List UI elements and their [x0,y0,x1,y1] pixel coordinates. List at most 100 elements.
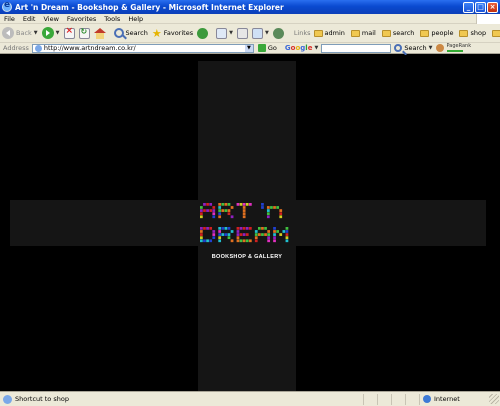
forward-dropdown-icon[interactable]: ▼ [56,30,60,36]
address-label: Address [3,44,29,52]
stop-button[interactable] [62,26,77,39]
favorites-button[interactable]: ★ Favorites [150,28,195,39]
logo-pixel [218,209,222,212]
logo-pixel [273,236,276,240]
logo-pixel [248,227,252,230]
logo-pixel [285,230,289,233]
art-n-dream-logo[interactable] [199,202,299,260]
security-zone[interactable]: Internet [419,393,489,405]
google-search-input[interactable] [321,43,392,53]
search-button[interactable]: Search [112,28,150,38]
link-label: mail [361,29,376,37]
logo-pixel [239,203,243,206]
logo-pixel [279,212,283,216]
logo-pixel [261,233,264,236]
ie-app-icon[interactable] [2,0,12,12]
messenger-button[interactable] [271,27,286,39]
google-dropdown-icon[interactable]: ▼ [314,45,318,51]
edit-button[interactable]: ▼ [250,27,271,39]
logo-pixel [227,203,231,206]
logo-pixel [227,209,231,212]
media-icon [197,27,209,39]
logo-pixel [266,215,270,219]
logo-pixel [230,239,234,243]
logo-pixel [218,227,222,230]
options-icon[interactable] [435,44,444,52]
logo-pixel [254,236,258,240]
address-input[interactable]: http://www.artndream.co.kr/ ▼ [31,43,254,53]
google-search-dropdown-icon[interactable]: ▼ [429,45,433,51]
link-label: people [431,29,454,37]
logo-pixel [266,206,270,209]
link-stress[interactable]: stress [489,29,500,37]
logo-pixel [203,239,206,243]
go-label: Go [267,44,277,52]
logo-pixel [218,215,222,219]
mail-icon [216,27,228,39]
edit-dropdown-icon[interactable]: ▼ [265,30,269,36]
window-title: Art 'n Dream - Bookshop & Gallery - Micr… [15,2,284,12]
back-label: Back [16,29,32,37]
forward-button[interactable]: ▼ [40,27,62,39]
logo-pixel [227,236,231,240]
globe-icon [423,395,431,403]
address-dropdown-icon[interactable]: ▼ [244,44,253,52]
logo-pixel [248,203,252,206]
logo-pixel [218,212,222,216]
logo-pixel [242,206,246,209]
menu-file[interactable]: File [0,15,19,23]
mail-dropdown-icon[interactable]: ▼ [229,30,233,36]
resize-grip[interactable] [489,394,499,404]
pixel-logo-graphic [200,203,289,243]
back-button[interactable]: Back ▼ [0,27,40,39]
logo-pixel [254,239,258,243]
favorites-label: Favorites [163,29,194,37]
logo-pixel [242,215,246,219]
home-button[interactable] [92,27,108,39]
media-button[interactable] [195,27,210,39]
folder-icon [492,29,500,37]
menu-tools[interactable]: Tools [100,15,124,23]
logo-pixel [212,230,216,233]
minimize-button[interactable]: _ [463,1,474,13]
go-button[interactable]: Go [254,44,281,52]
menu-view[interactable]: View [39,15,62,23]
logo-pixel [200,233,203,236]
google-search-label: Search [404,44,427,52]
close-button[interactable]: × [487,1,498,13]
logo-pixel [218,239,222,243]
link-people[interactable]: people [417,29,456,37]
google-toolbar-logo[interactable]: Google [285,44,313,52]
status-cell [363,393,377,405]
logo-pixel [212,212,216,216]
logo-pixel [257,233,261,236]
menu-edit[interactable]: Edit [19,15,40,23]
logo-pixel [200,212,203,216]
print-button[interactable] [235,27,250,39]
back-dropdown-icon[interactable]: ▼ [34,30,38,36]
link-mail[interactable]: mail [348,29,379,37]
logo-pixel [236,239,240,243]
logo-pixel [273,227,276,230]
title-bar[interactable]: Art 'n Dream - Bookshop & Gallery - Micr… [0,0,500,14]
link-admin[interactable]: admin [311,29,348,37]
pagerank-indicator: PageRank [446,44,471,52]
logo-pixel [245,239,249,243]
logo-pixel [239,227,243,230]
logo-pixel [257,227,261,230]
printer-icon [236,27,248,39]
link-search[interactable]: search [379,29,418,37]
logo-pixel [224,227,228,230]
maximize-button[interactable]: □ [475,1,486,13]
address-url[interactable]: http://www.artndream.co.kr/ [44,44,245,52]
mail-button[interactable]: ▼ [214,27,235,39]
star-icon: ★ [151,26,162,40]
google-search-button[interactable]: Search ▼ [391,44,435,52]
link-shop[interactable]: shop [456,29,489,37]
folder-icon [459,29,469,37]
refresh-button[interactable] [77,27,92,39]
menu-favorites[interactable]: Favorites [63,15,100,23]
logo-pixel [266,209,270,212]
standard-toolbar: Back ▼ ▼ Search ★ Favorites ▼ ▼ Links ad [0,24,500,43]
menu-help[interactable]: Help [124,15,147,23]
